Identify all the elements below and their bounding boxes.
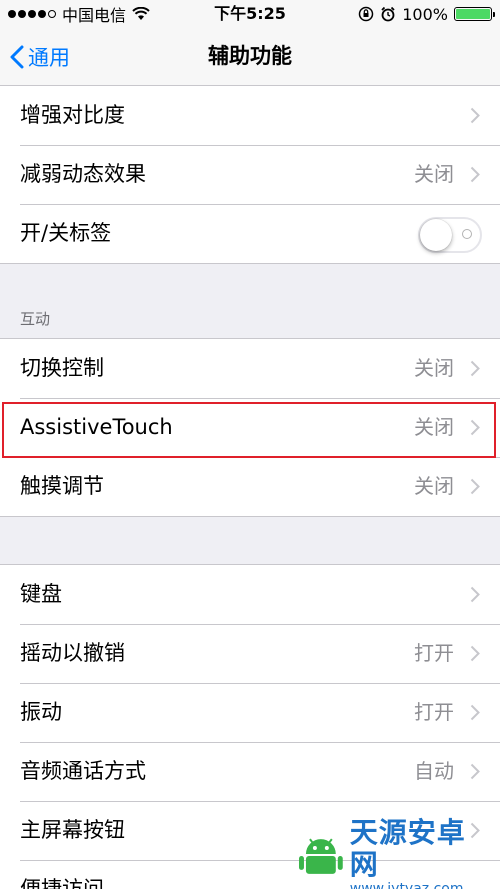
section-header-interaction: 互动 (20, 310, 51, 328)
battery-icon (454, 7, 495, 21)
navigation-bar: 通用 辅助功能 (0, 28, 500, 86)
row-label: 键盘 (20, 582, 62, 606)
row-value: 自动 (414, 759, 454, 783)
page-title: 辅助功能 (208, 44, 292, 68)
row-value: 打开 (414, 700, 454, 724)
display-group: 增强对比度 减弱动态效果 关闭 开/关标签 (0, 85, 500, 264)
chevron-right-icon (470, 107, 480, 124)
chevron-right-icon (470, 419, 480, 436)
row-switch-control[interactable]: 切换控制 关闭 (0, 339, 500, 398)
screen: 中国电信 下午5:25 100% 通用 辅助功能 增强对比度 减弱动态效果 关闭… (0, 0, 500, 889)
row-value: 关闭 (414, 415, 454, 439)
row-label: 振动 (20, 700, 62, 724)
row-label: AssistiveTouch (20, 415, 173, 439)
row-value: 打开 (414, 641, 454, 665)
battery-percent: 100% (402, 4, 448, 24)
chevron-right-icon (470, 704, 480, 721)
row-assistivetouch[interactable]: AssistiveTouch 关闭 (0, 398, 500, 457)
on-off-labels-toggle[interactable] (418, 217, 482, 253)
toggle-knob (420, 219, 452, 251)
row-shake-to-undo[interactable]: 摇动以撤销 打开 (0, 624, 500, 683)
interaction-group: 切换控制 关闭 AssistiveTouch 关闭 触摸调节 关闭 (0, 338, 500, 517)
row-value: 关闭 (414, 162, 454, 186)
chevron-right-icon (470, 166, 480, 183)
watermark-url: www.jytyaz.com (349, 881, 464, 889)
chevron-right-icon (470, 586, 480, 603)
row-label: 主屏幕按钮 (20, 818, 125, 842)
row-label: 开/关标签 (20, 221, 112, 245)
chevron-right-icon (470, 360, 480, 377)
chevron-right-icon (470, 478, 480, 495)
row-vibration[interactable]: 振动 打开 (0, 683, 500, 742)
row-call-audio-routing[interactable]: 音频通话方式 自动 (0, 742, 500, 801)
chevron-right-icon (470, 763, 480, 780)
row-touch-accommodations[interactable]: 触摸调节 关闭 (0, 457, 500, 516)
row-reduce-motion[interactable]: 减弱动态效果 关闭 (0, 145, 500, 204)
row-label: 音频通话方式 (20, 759, 146, 783)
chevron-right-icon (470, 645, 480, 662)
row-label: 摇动以撤销 (20, 641, 125, 665)
row-keyboard[interactable]: 键盘 (0, 565, 500, 624)
status-bar: 中国电信 下午5:25 100% (0, 0, 500, 28)
row-label: 触摸调节 (20, 474, 104, 498)
status-right: 100% (358, 0, 495, 28)
toggle-off-icon (462, 229, 472, 239)
row-label: 便捷访问 (20, 877, 104, 889)
rotation-lock-icon (359, 6, 374, 22)
android-logo-icon (298, 838, 343, 874)
alarm-icon (381, 6, 395, 22)
row-label: 减弱动态效果 (20, 162, 146, 186)
row-value: 关闭 (414, 356, 454, 380)
row-increase-contrast[interactable]: 增强对比度 (0, 86, 500, 145)
row-value: 关闭 (414, 474, 454, 498)
row-label: 切换控制 (20, 356, 104, 380)
watermark-text: 天源安卓网 www.jytyaz.com (350, 817, 494, 889)
watermark-title: 天源安卓网 (349, 816, 466, 881)
watermark: 天源安卓网 www.jytyaz.com (298, 817, 494, 889)
row-label: 增强对比度 (20, 103, 125, 127)
row-on-off-labels: 开/关标签 (0, 204, 500, 263)
